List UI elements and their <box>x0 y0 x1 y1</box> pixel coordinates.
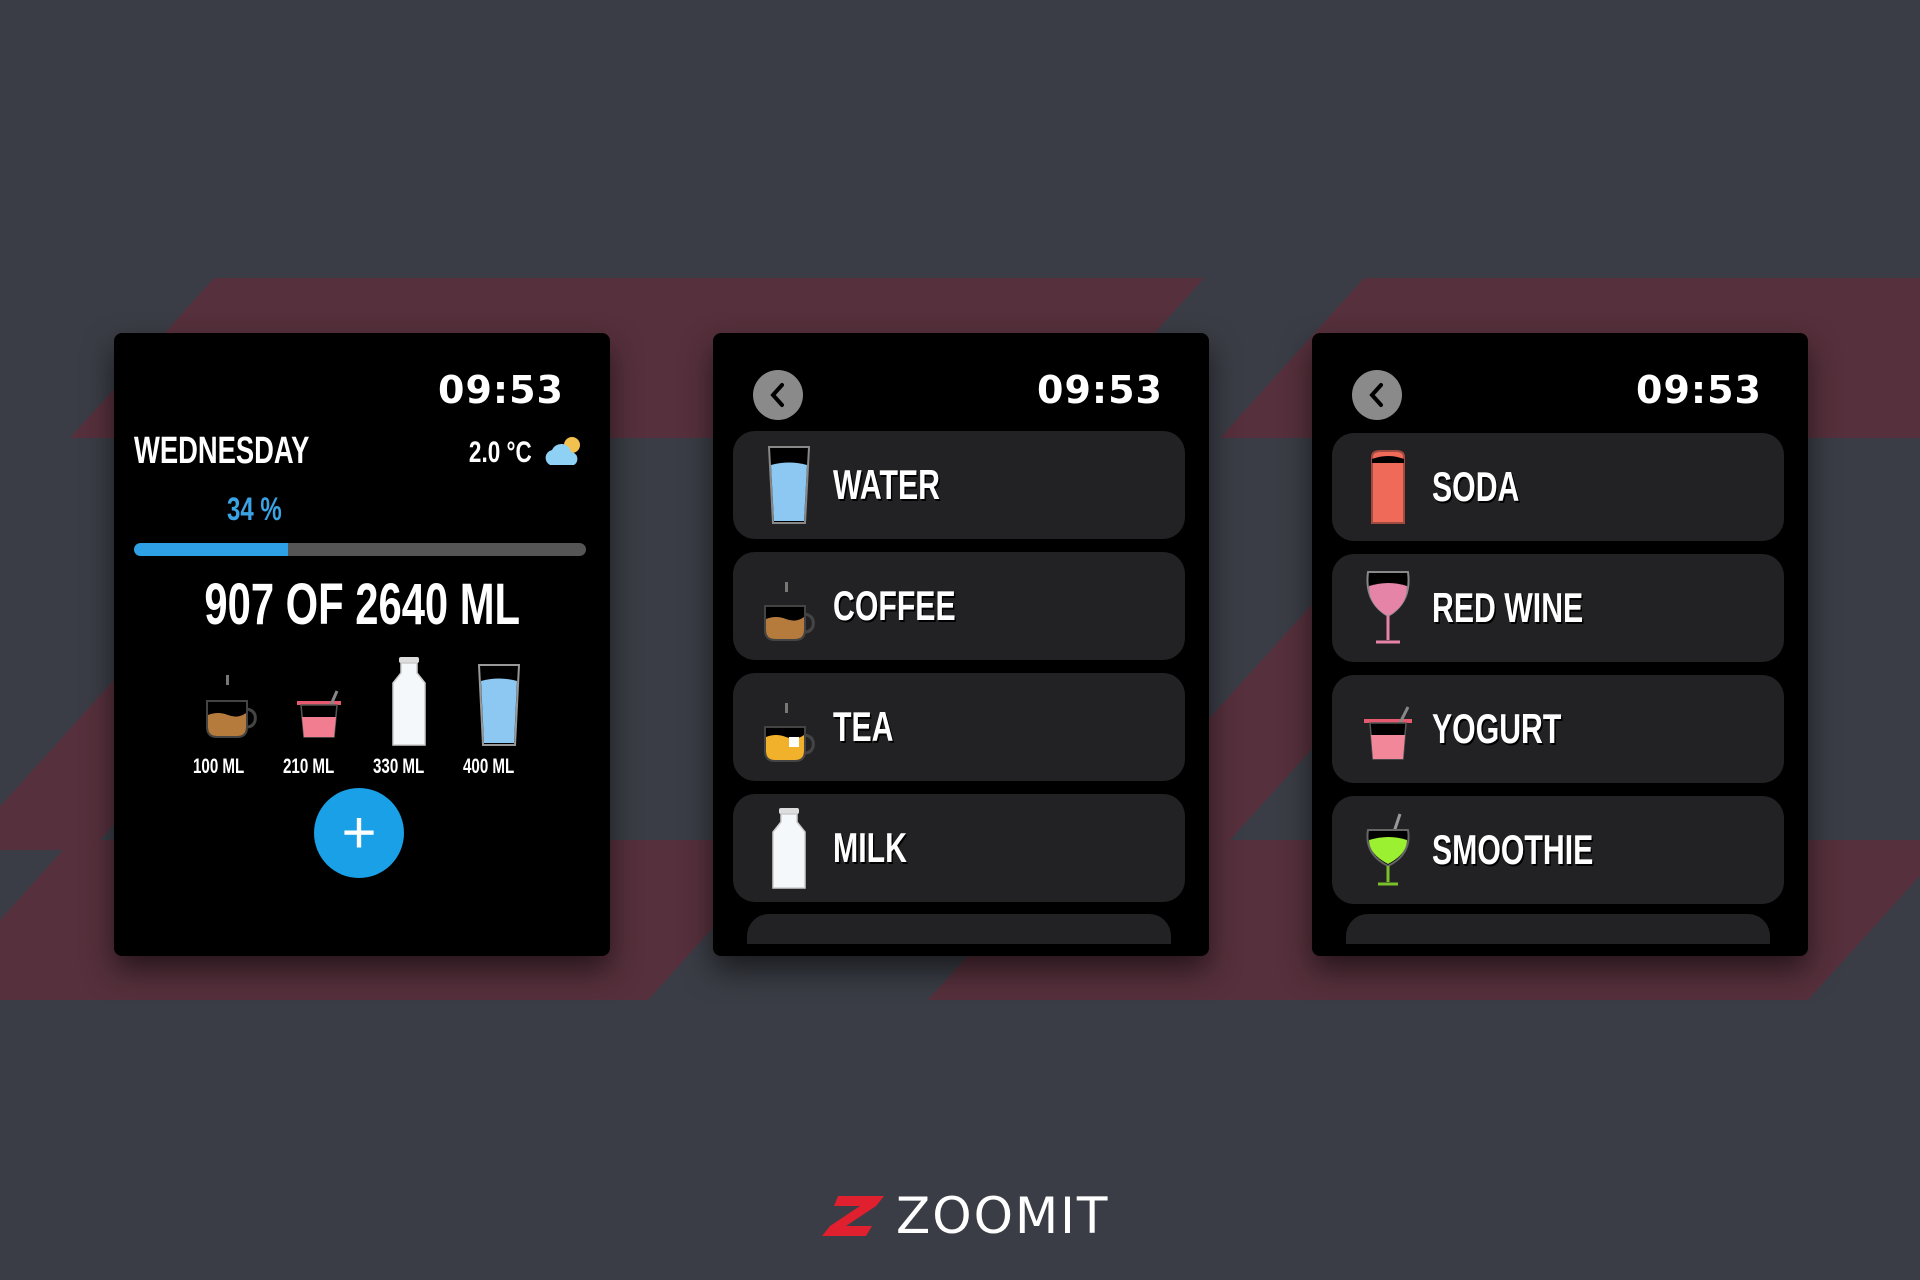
quick-add-label: 100 ML <box>193 755 245 778</box>
progress-bar <box>134 543 586 556</box>
coffee-cup-icon <box>764 582 815 641</box>
clock: 09:53 <box>1636 368 1762 412</box>
drink-row-partial <box>747 914 1171 944</box>
quick-add-yogurt[interactable]: 210 ML <box>283 653 354 779</box>
drink-row-red-wine[interactable]: RED WINE <box>1332 554 1784 662</box>
chevron-left-icon <box>1369 383 1383 407</box>
quick-add-milk[interactable]: 330 ML <box>373 653 444 779</box>
milk-bottle-icon <box>392 657 426 746</box>
back-button[interactable] <box>1352 370 1402 420</box>
water-glass-icon <box>767 446 811 524</box>
wine-glass-icon <box>1366 571 1410 644</box>
quick-add-label: 330 ML <box>373 755 425 778</box>
drink-label: SODA <box>1432 463 1520 510</box>
zoomit-logo: ZOOMIT <box>820 1187 1109 1245</box>
drink-row-water[interactable]: WATER <box>733 431 1185 539</box>
drink-label: SMOOTHIE <box>1432 826 1594 873</box>
drink-label: TEA <box>833 703 894 750</box>
drink-label: YOGURT <box>1432 705 1562 752</box>
intake-total: 907 OF 2640 ML <box>114 571 610 638</box>
progress-percent: 34 % <box>227 491 282 527</box>
drinks-list-screen-1: 09:53 WATER COFFEE TEA MILK <box>713 333 1209 956</box>
yogurt-cup-icon <box>297 690 341 738</box>
quick-add-water[interactable]: 400 ML <box>463 653 534 779</box>
tea-cup-icon <box>764 703 815 762</box>
drink-row-soda[interactable]: SODA <box>1332 433 1784 541</box>
drinks-list-screen-2: 09:53 SODA RED WINE YOGURT SMOOTHIE <box>1312 333 1808 956</box>
milk-bottle-icon <box>772 808 806 889</box>
day-label: WEDNESDAY <box>134 430 310 472</box>
logo-text: ZOOMIT <box>896 1187 1110 1245</box>
drink-label: RED WINE <box>1432 584 1584 631</box>
quick-add-list: 100 ML 210 ML 330 ML 400 ML <box>193 653 534 779</box>
drink-row-milk[interactable]: MILK <box>733 794 1185 902</box>
smoothie-glass-icon <box>1366 813 1410 886</box>
temperature: 2.0 °C <box>469 436 532 469</box>
progress-bar-fill <box>134 543 288 556</box>
soda-can-icon <box>1371 450 1405 524</box>
quick-add-label: 400 ML <box>463 755 515 778</box>
clock: 09:53 <box>1037 368 1163 412</box>
yogurt-cup-icon <box>1364 706 1412 760</box>
quick-add-label: 210 ML <box>283 755 335 778</box>
drink-row-yogurt[interactable]: YOGURT <box>1332 675 1784 783</box>
water-glass-icon <box>477 664 521 746</box>
zoomit-z-icon <box>822 1196 884 1236</box>
drink-label: WATER <box>833 461 940 508</box>
clock: 09:53 <box>438 368 564 412</box>
home-screen: 09:53 WEDNESDAY 2.0 °C 34 % 907 OF 2640 … <box>114 333 610 956</box>
quick-add-coffee[interactable]: 100 ML <box>193 653 264 779</box>
chevron-left-icon <box>770 383 784 407</box>
drink-label: COFFEE <box>833 582 956 629</box>
intake-total-text: 907 OF 2640 ML <box>204 572 520 637</box>
drink-label: MILK <box>833 824 907 871</box>
drink-row-smoothie[interactable]: SMOOTHIE <box>1332 796 1784 904</box>
drink-row-tea[interactable]: TEA <box>733 673 1185 781</box>
coffee-cup-icon <box>206 675 257 738</box>
drink-row-partial <box>1346 914 1770 944</box>
add-drink-button[interactable]: + <box>314 788 404 878</box>
back-button[interactable] <box>753 370 803 420</box>
partly-cloudy-icon <box>545 437 580 465</box>
drink-row-coffee[interactable]: COFFEE <box>733 552 1185 660</box>
